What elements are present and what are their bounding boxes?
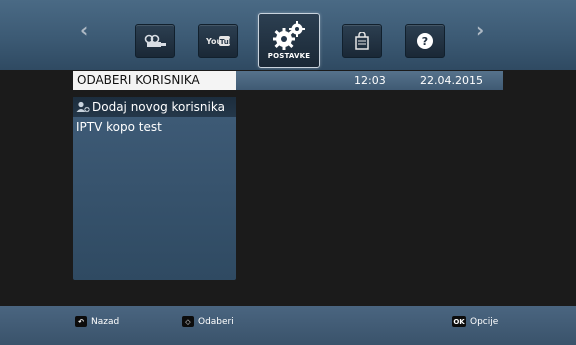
vod-icon (144, 34, 166, 47)
nav-prev-arrow[interactable]: ‹ (80, 18, 88, 42)
youtube-icon: You Tube (206, 36, 230, 46)
nav-next-arrow[interactable]: › (476, 18, 484, 42)
help-icon: ? (417, 33, 433, 49)
svg-text:Tube: Tube (220, 38, 230, 46)
nav-vod-button[interactable] (135, 24, 175, 58)
svg-text:?: ? (422, 35, 428, 48)
select-hint-label: Odaberi (198, 316, 234, 327)
nav-help-button[interactable]: ? (405, 24, 445, 58)
date: 22.04.2015 (420, 74, 483, 87)
options-hint[interactable]: OK Opcije (452, 316, 498, 327)
nav-youtube-button[interactable]: You Tube (198, 24, 238, 58)
list-item-label: IPTV kopo test (76, 120, 162, 134)
updown-key-icon: ◇ (182, 316, 194, 327)
nav-shop-button[interactable] (342, 24, 382, 58)
add-user-icon (76, 101, 90, 113)
clock: 12:03 (354, 74, 386, 87)
ok-key-icon: OK (452, 316, 466, 327)
list-item-label: Dodaj novog korisnika (92, 100, 225, 114)
nav-settings-label: POSTAVKE (267, 52, 311, 60)
list-item-add-user[interactable]: Dodaj novog korisnika (73, 97, 236, 117)
top-nav-bar: ‹ You Tube (0, 0, 576, 70)
options-hint-label: Opcije (470, 316, 499, 327)
list-item-user[interactable]: IPTV kopo test (73, 117, 236, 137)
back-hint[interactable]: ↶ Nazad (75, 316, 119, 327)
page-title: ODABERI KORISNIKA (73, 71, 236, 90)
settings-gears-icon (273, 21, 305, 50)
nav-settings-button[interactable]: POSTAVKE (258, 13, 320, 68)
user-list-panel: Dodaj novog korisnika IPTV kopo test (73, 97, 236, 280)
shopping-bag-icon (355, 32, 369, 50)
back-key-icon: ↶ (75, 316, 87, 327)
back-hint-label: Nazad (91, 316, 120, 327)
select-hint[interactable]: ◇ Odaberi (182, 316, 234, 327)
